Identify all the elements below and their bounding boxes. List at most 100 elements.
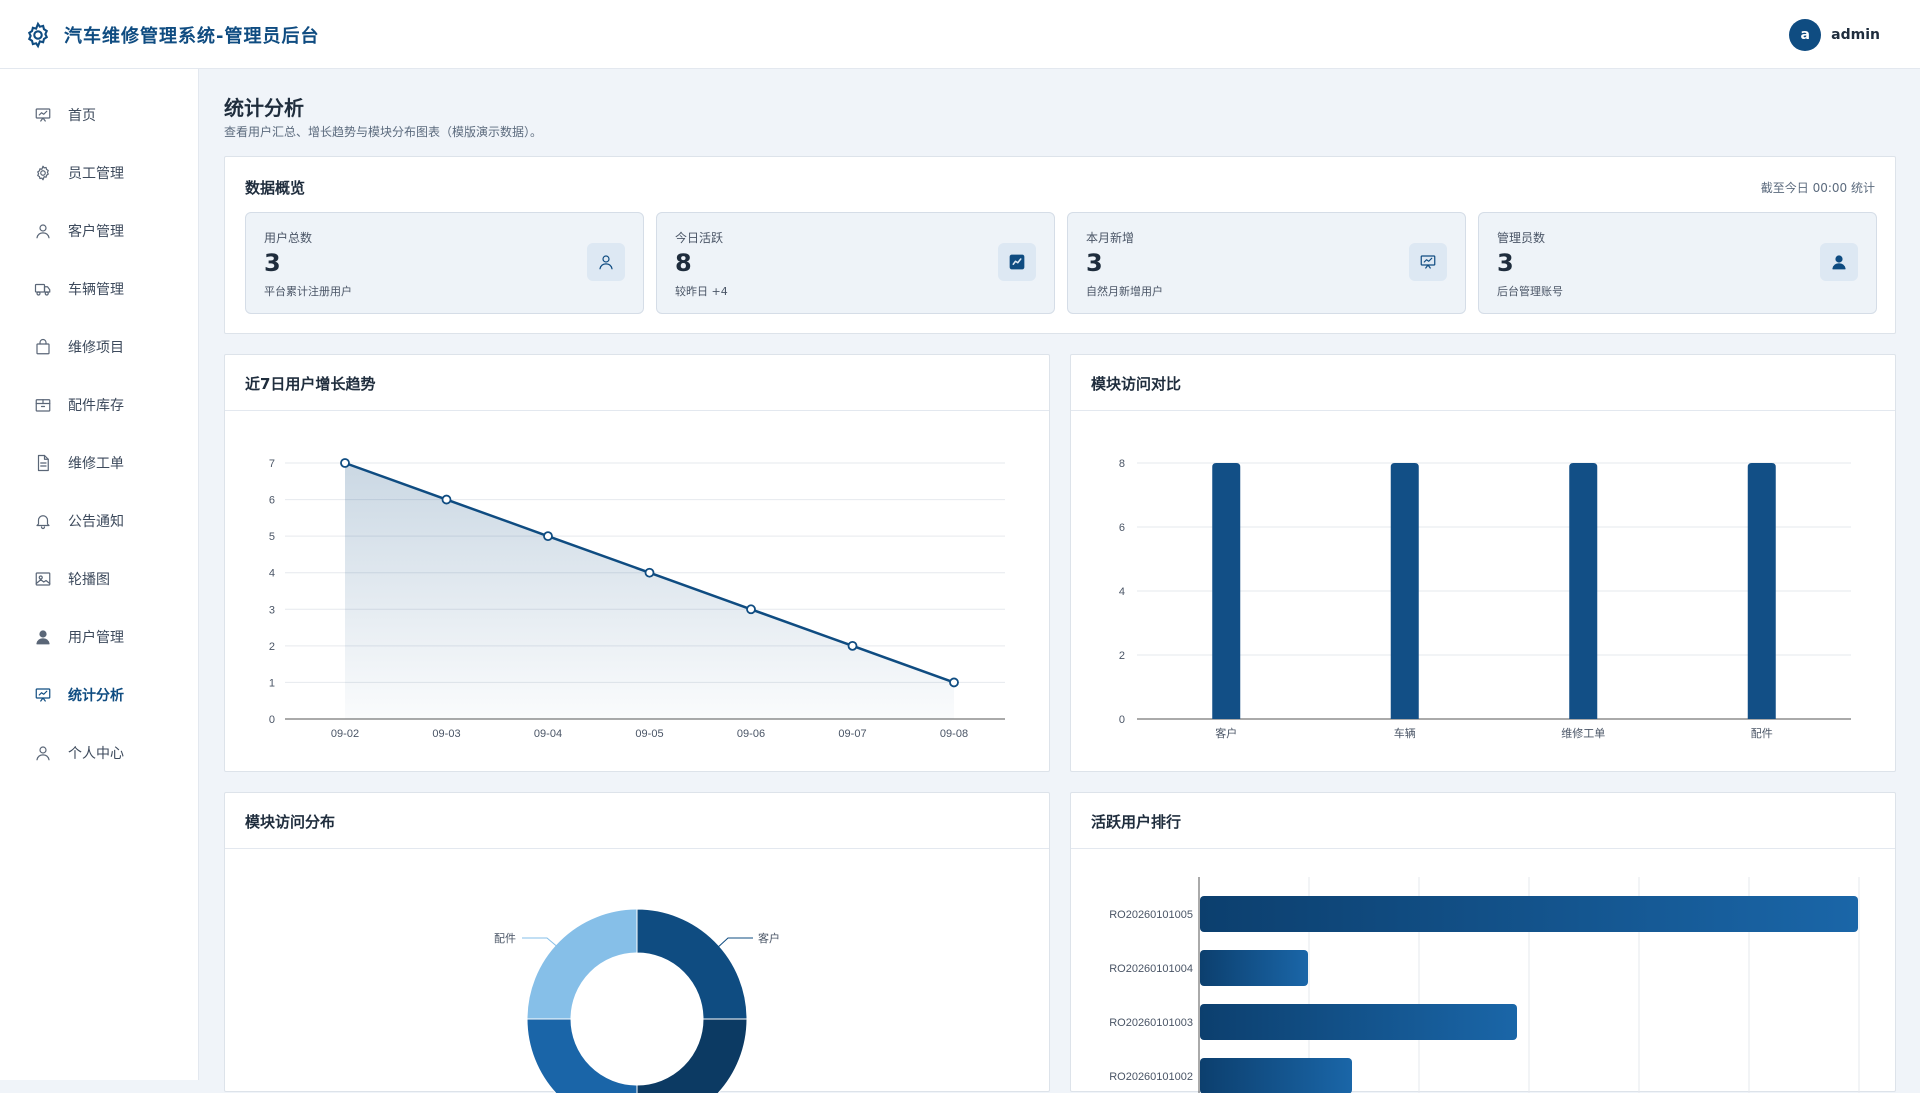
user-filled-icon bbox=[1820, 243, 1858, 281]
sidebar-item-label: 车辆管理 bbox=[68, 282, 124, 298]
sidebar-item[interactable]: 维修项目 bbox=[0, 327, 199, 367]
ranking-panel: 活跃用户排行 RO20260101005 RO20260101004 RO20260… bbox=[1070, 792, 1896, 1093]
y-tick-label: 0 bbox=[1119, 714, 1125, 726]
sidebar-item-label: 公告通知 bbox=[68, 514, 124, 530]
y-tick-label: 0 bbox=[269, 714, 275, 726]
data-point bbox=[644, 567, 655, 578]
username[interactable]: admin bbox=[1831, 27, 1880, 43]
data-point bbox=[543, 531, 553, 542]
bar bbox=[1212, 463, 1241, 719]
y-tick-label: 6 bbox=[1119, 522, 1125, 534]
y-tick-label: 1 bbox=[269, 677, 275, 689]
compare-title: 模块访问对比 bbox=[1091, 375, 1182, 393]
y-tick-label: 8 bbox=[1119, 458, 1125, 470]
x-tick-label: 09-03 bbox=[432, 728, 460, 740]
stat-description: 后台管理账号 bbox=[1497, 285, 1563, 298]
y-tick-label: 4 bbox=[1119, 586, 1125, 598]
y-tick-label: RO20260101004 bbox=[1109, 963, 1193, 975]
bar bbox=[1390, 463, 1419, 719]
sidebar-item[interactable]: 统计分析 bbox=[0, 675, 199, 715]
sidebar-item-label: 维修项目 bbox=[68, 340, 124, 356]
chart-board-icon bbox=[34, 106, 52, 124]
y-tick-label: RO20260101002 bbox=[1109, 1071, 1193, 1083]
sidebar-item[interactable]: 车辆管理 bbox=[0, 269, 199, 309]
image-icon bbox=[34, 570, 52, 588]
stat-description: 平台累计注册用户 bbox=[264, 285, 352, 298]
sidebar-item[interactable]: 公告通知 bbox=[0, 501, 199, 541]
sidebar-item[interactable]: 轮播图 bbox=[0, 559, 199, 599]
area-fill bbox=[345, 463, 954, 719]
bar bbox=[1200, 1004, 1517, 1040]
trend-panel: 近7日用户增长趋势 0 1 2 3 4 5 6 7 09-02 09-03 09-04 09-05 09… bbox=[224, 354, 1050, 772]
page-title: 统计分析 bbox=[224, 96, 304, 120]
gear-logo-icon bbox=[27, 21, 49, 49]
sidebar-item-label: 统计分析 bbox=[68, 688, 124, 704]
stat-value: 3 bbox=[264, 249, 281, 277]
user-icon bbox=[34, 744, 52, 762]
sidebar-item[interactable]: 个人中心 bbox=[0, 733, 199, 773]
bar bbox=[1200, 896, 1858, 932]
top-header: 汽车维修管理系统-管理员后台 a admin bbox=[0, 0, 1920, 69]
label-leader-line bbox=[715, 937, 753, 950]
ranking-chart: RO20260101005 RO20260101004 RO20260101003 R… bbox=[1109, 877, 1860, 1093]
bar bbox=[1747, 463, 1776, 719]
chart-board-icon bbox=[1409, 243, 1447, 281]
sidebar-item-label: 维修工单 bbox=[68, 456, 124, 472]
sidebar-item[interactable]: 维修工单 bbox=[0, 443, 199, 483]
stat-card: 本月新增 3 自然月新增用户 bbox=[1067, 212, 1466, 314]
avatar[interactable]: a bbox=[1789, 19, 1822, 51]
bar bbox=[1569, 463, 1598, 719]
x-tick-label: 09-02 bbox=[331, 728, 359, 740]
distribution-title: 模块访问分布 bbox=[245, 813, 336, 831]
stat-description: 自然月新增用户 bbox=[1086, 285, 1163, 298]
data-point bbox=[441, 494, 452, 505]
bar bbox=[1200, 950, 1308, 986]
y-tick-label: RO20260101003 bbox=[1109, 1017, 1193, 1029]
sidebar-item-label: 配件库存 bbox=[68, 398, 124, 414]
sidebar-item[interactable]: 首页 bbox=[0, 95, 199, 135]
page-subtitle: 查看用户汇总、增长趋势与模块分布图表（模版演示数据）。 bbox=[224, 125, 543, 139]
stat-value: 3 bbox=[1086, 249, 1103, 277]
pie-slice bbox=[526, 1018, 638, 1093]
sidebar-item-label: 轮播图 bbox=[68, 572, 110, 588]
user-icon bbox=[587, 243, 625, 281]
stat-label: 今日活跃 bbox=[675, 231, 724, 245]
pie-slice bbox=[636, 908, 748, 1020]
distribution-panel: 模块访问分布 客户 配件 bbox=[224, 792, 1050, 1093]
distribution-chart: 客户 配件 bbox=[494, 908, 780, 1093]
data-point bbox=[340, 458, 350, 468]
y-tick-label: 6 bbox=[269, 495, 275, 507]
overview-note: 截至今日 00:00 统计 bbox=[1760, 181, 1875, 195]
app-title: 汽车维修管理系统-管理员后台 bbox=[64, 26, 320, 47]
x-tick-label: 维修工单 bbox=[1561, 726, 1605, 740]
x-tick-label: 客户 bbox=[1215, 726, 1237, 740]
pie-label: 客户 bbox=[758, 931, 780, 945]
data-point bbox=[949, 677, 959, 688]
x-tick-label: 车辆 bbox=[1394, 726, 1416, 740]
y-tick-label: 5 bbox=[269, 531, 275, 543]
y-tick-label: RO20260101005 bbox=[1109, 909, 1193, 921]
pie-slice bbox=[526, 908, 638, 1020]
truck-icon bbox=[34, 280, 52, 298]
sidebar-item[interactable]: 用户管理 bbox=[0, 617, 199, 657]
sidebar-item[interactable]: 员工管理 bbox=[0, 153, 199, 193]
y-tick-label: 7 bbox=[269, 458, 275, 470]
stat-value: 8 bbox=[675, 249, 692, 277]
trend-title: 近7日用户增长趋势 bbox=[245, 375, 376, 393]
trend-chart: 0 1 2 3 4 5 6 7 09-02 09-03 09-04 09-05 09-06 09-07 09… bbox=[269, 458, 1005, 740]
stat-label: 管理员数 bbox=[1497, 231, 1546, 245]
stat-label: 用户总数 bbox=[264, 231, 313, 245]
pie-label: 配件 bbox=[494, 932, 516, 945]
document-icon bbox=[34, 454, 52, 472]
x-tick-label: 09-04 bbox=[534, 728, 562, 740]
user-menu[interactable]: a admin bbox=[1789, 19, 1880, 51]
bell-icon bbox=[34, 512, 52, 530]
compare-panel: 模块访问对比 0 2 4 6 8 客户 车辆 维修工单 配件 bbox=[1070, 354, 1896, 772]
y-tick-label: 2 bbox=[1119, 650, 1125, 662]
bag-icon bbox=[34, 338, 52, 356]
sidebar-item[interactable]: 客户管理 bbox=[0, 211, 199, 251]
ranking-title: 活跃用户排行 bbox=[1091, 813, 1182, 831]
user-icon bbox=[34, 222, 52, 240]
stat-card: 今日活跃 8 较昨日 +4 bbox=[656, 212, 1055, 314]
sidebar-item[interactable]: 配件库存 bbox=[0, 385, 199, 425]
